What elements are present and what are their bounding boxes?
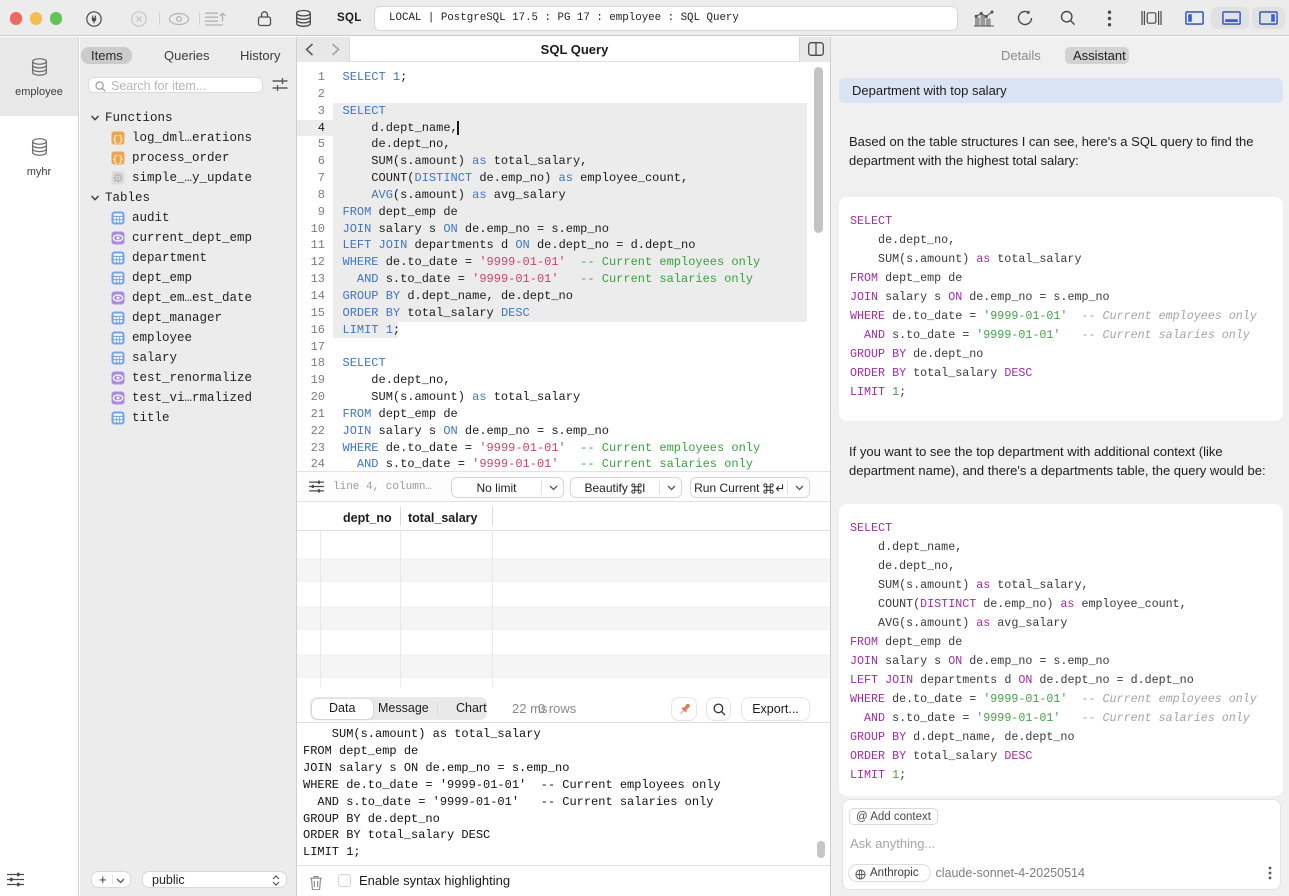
svg-text:{}: {}: [112, 153, 123, 164]
svg-text:{}: {}: [112, 133, 123, 144]
